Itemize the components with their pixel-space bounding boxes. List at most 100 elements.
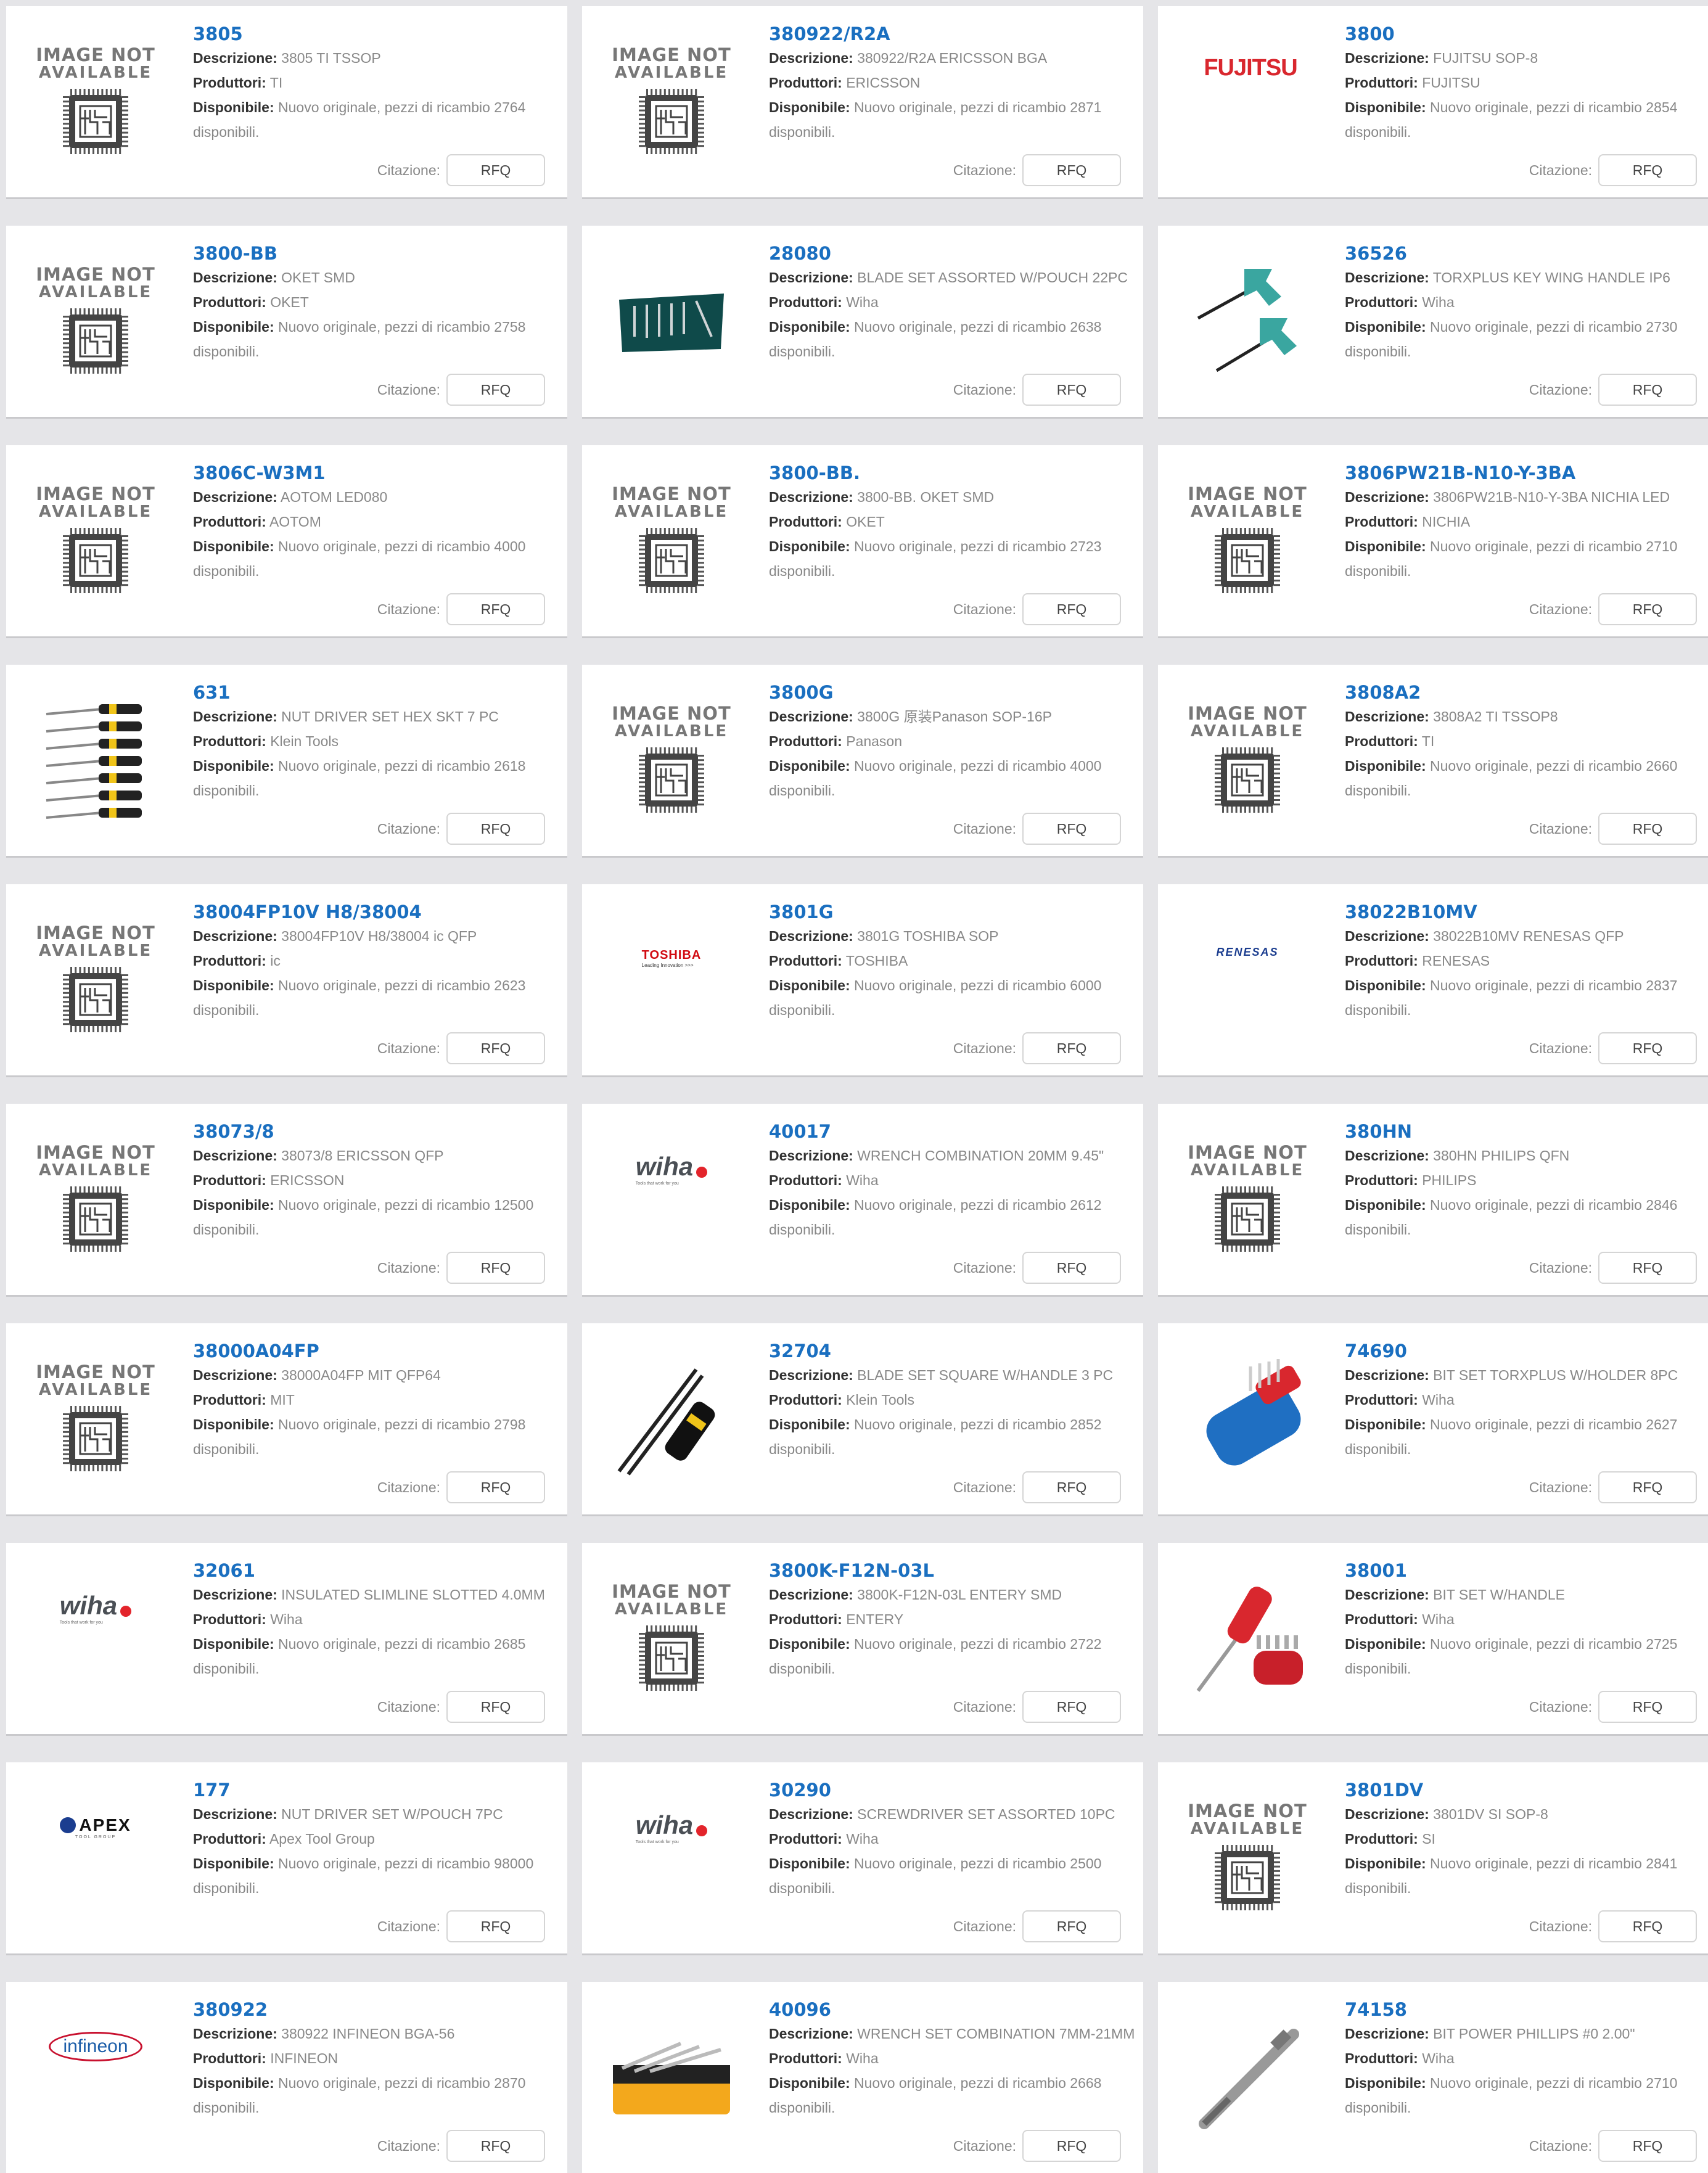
description-row: Descrizione: 38004FP10V H8/38004 ic QFP [193,924,555,948]
part-number-link[interactable]: 3800 [1345,22,1707,46]
product-thumbnail[interactable]: wiha Tools that work for you [582,1104,761,1295]
description-value: BIT SET TORXPLUS W/HOLDER 8PC [1433,1367,1678,1383]
rfq-button[interactable]: RFQ [1022,154,1121,186]
availability-row: Disponibile: Nuovo originale, pezzi di r… [769,1851,1131,1876]
part-number-link[interactable]: 40096 [769,1998,1131,2021]
product-thumbnail[interactable]: wiha Tools that work for you [582,1762,761,1953]
part-number-link[interactable]: 3801G [769,900,1131,924]
product-thumbnail[interactable]: IMAGE NOT AVAILABLE [6,226,185,417]
product-thumbnail[interactable]: IMAGE NOT AVAILABLE [6,445,185,636]
rfq-button[interactable]: RFQ [446,2130,545,2162]
part-number-link[interactable]: 28080 [769,242,1131,265]
product-thumbnail[interactable]: RENESAS [1158,884,1337,1075]
quote-label: Citazione: [377,820,440,837]
product-thumbnail[interactable]: IMAGE NOT AVAILABLE [582,445,761,636]
rfq-button[interactable]: RFQ [1598,1032,1697,1064]
product-thumbnail[interactable]: wiha Tools that work for you [6,1543,185,1734]
description-value: 3808A2 TI TSSOP8 [1433,709,1558,725]
part-number-link[interactable]: 30290 [769,1778,1131,1802]
part-number-link[interactable]: 38001 [1345,1559,1707,1582]
product-thumbnail[interactable]: TOSHIBA Leading Innovation >>> [582,884,761,1075]
rfq-button[interactable]: RFQ [446,813,545,845]
quote-footer: Citazione: RFQ [953,1471,1121,1503]
rfq-button[interactable]: RFQ [1598,1252,1697,1284]
product-thumbnail[interactable]: FUJITSU [1158,6,1337,197]
rfq-button[interactable]: RFQ [1022,1252,1121,1284]
part-number-link[interactable]: 3808A2 [1345,681,1707,704]
rfq-button[interactable]: RFQ [1598,374,1697,406]
part-number-link[interactable]: 631 [193,681,555,704]
product-thumbnail[interactable] [1158,1982,1337,2173]
manufacturer-row: Produttori: Wiha [1345,290,1707,314]
rfq-button[interactable]: RFQ [1598,154,1697,186]
part-number-link[interactable]: 74158 [1345,1998,1707,2021]
product-thumbnail[interactable]: IMAGE NOT AVAILABLE [582,1543,761,1734]
product-thumbnail[interactable] [582,226,761,417]
rfq-button[interactable]: RFQ [446,1032,545,1064]
rfq-button[interactable]: RFQ [1598,1910,1697,1942]
manufacturer-value: Wiha [846,2050,879,2066]
part-number-link[interactable]: 3806PW21B-N10-Y-3BA [1345,461,1707,485]
product-thumbnail[interactable]: IMAGE NOT AVAILABLE [1158,445,1337,636]
part-number-link[interactable]: 177 [193,1778,555,1802]
rfq-button[interactable]: RFQ [1022,593,1121,625]
part-number-link[interactable]: 3800K-F12N-03L [769,1559,1131,1582]
part-number-link[interactable]: 3800-BB. [769,461,1131,485]
rfq-button[interactable]: RFQ [446,1910,545,1942]
part-number-link[interactable]: 3805 [193,22,555,46]
rfq-button[interactable]: RFQ [1598,593,1697,625]
rfq-button[interactable]: RFQ [1022,813,1121,845]
rfq-button[interactable]: RFQ [446,593,545,625]
product-thumbnail[interactable]: IMAGE NOT AVAILABLE [6,1323,185,1514]
part-number-link[interactable]: 38004FP10V H8/38004 [193,900,555,924]
product-thumbnail[interactable]: IMAGE NOT AVAILABLE [6,6,185,197]
product-thumbnail[interactable] [582,1323,761,1514]
product-thumbnail[interactable] [6,665,185,856]
part-number-link[interactable]: 36526 [1345,242,1707,265]
product-thumbnail[interactable] [1158,1543,1337,1734]
rfq-button[interactable]: RFQ [1598,1471,1697,1503]
rfq-button[interactable]: RFQ [1598,2130,1697,2162]
part-number-link[interactable]: 38000A04FP [193,1339,555,1363]
part-number-link[interactable]: 38022B10MV [1345,900,1707,924]
rfq-button[interactable]: RFQ [1022,1471,1121,1503]
part-number-link[interactable]: 3800-BB [193,242,555,265]
rfq-button[interactable]: RFQ [1022,1032,1121,1064]
product-thumbnail[interactable]: IMAGE NOT AVAILABLE [1158,665,1337,856]
description-value: 380922 INFINEON BGA-56 [281,2026,455,2042]
product-info: 38022B10MV Descrizione: 38022B10MV RENES… [1345,900,1707,1022]
part-number-link[interactable]: 32704 [769,1339,1131,1363]
product-thumbnail[interactable]: infineon [6,1982,185,2173]
product-thumbnail[interactable]: IMAGE NOT AVAILABLE [6,1104,185,1295]
rfq-button[interactable]: RFQ [1598,813,1697,845]
rfq-button[interactable]: RFQ [446,1471,545,1503]
part-number-link[interactable]: 380922 [193,1998,555,2021]
part-number-link[interactable]: 380922/R2A [769,22,1131,46]
part-number-link[interactable]: 3800G [769,681,1131,704]
rfq-button[interactable]: RFQ [1022,1691,1121,1723]
rfq-button[interactable]: RFQ [446,1691,545,1723]
product-thumbnail[interactable] [1158,1323,1337,1514]
rfq-button[interactable]: RFQ [1022,1910,1121,1942]
product-thumbnail[interactable]: APEX TOOL GROUP [6,1762,185,1953]
part-number-link[interactable]: 74690 [1345,1339,1707,1363]
product-thumbnail[interactable]: IMAGE NOT AVAILABLE [582,665,761,856]
part-number-link[interactable]: 38073/8 [193,1120,555,1143]
product-thumbnail[interactable]: IMAGE NOT AVAILABLE [1158,1762,1337,1953]
rfq-button[interactable]: RFQ [446,374,545,406]
product-thumbnail[interactable]: IMAGE NOT AVAILABLE [582,6,761,197]
rfq-button[interactable]: RFQ [1022,374,1121,406]
part-number-link[interactable]: 40017 [769,1120,1131,1143]
product-thumbnail[interactable] [1158,226,1337,417]
product-thumbnail[interactable] [582,1982,761,2173]
part-number-link[interactable]: 380HN [1345,1120,1707,1143]
part-number-link[interactable]: 3801DV [1345,1778,1707,1802]
product-thumbnail[interactable]: IMAGE NOT AVAILABLE [6,884,185,1075]
rfq-button[interactable]: RFQ [1598,1691,1697,1723]
rfq-button[interactable]: RFQ [446,1252,545,1284]
rfq-button[interactable]: RFQ [1022,2130,1121,2162]
product-thumbnail[interactable]: IMAGE NOT AVAILABLE [1158,1104,1337,1295]
rfq-button[interactable]: RFQ [446,154,545,186]
part-number-link[interactable]: 3806C-W3M1 [193,461,555,485]
part-number-link[interactable]: 32061 [193,1559,555,1582]
